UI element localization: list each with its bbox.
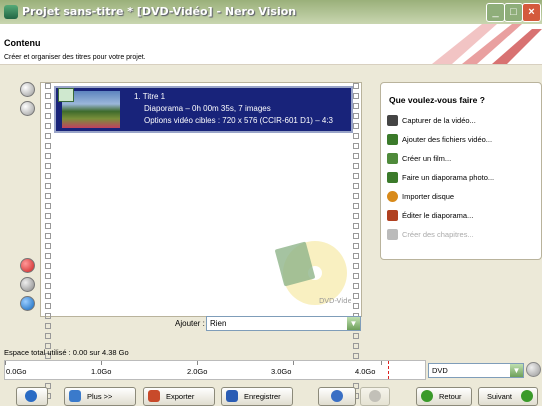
- action-edit-slideshow[interactable]: Éditer le diaporama...: [387, 210, 473, 221]
- move-up-button[interactable]: [20, 82, 35, 97]
- dvd-watermark-icon: DVD-Video: [275, 241, 351, 305]
- export-icon: [148, 390, 160, 402]
- action-create-chapters[interactable]: Créer des chapitres...: [387, 229, 474, 240]
- action-create-movie[interactable]: Créer un film...: [387, 153, 451, 164]
- window-title: Projet sans-titre * [DVD-Vidéo] - Nero V…: [22, 5, 297, 18]
- entry-title: 1. Titre 1: [134, 92, 166, 101]
- actions-panel: Que voulez-vous faire ? Capturer de la v…: [380, 82, 542, 260]
- bottom-toolbar: Plus >> Exporter Enregistrer Retour Suiv…: [0, 383, 542, 406]
- next-button[interactable]: Suivant: [478, 387, 538, 406]
- left-toolbar: [20, 82, 35, 315]
- close-button[interactable]: ×: [522, 3, 541, 22]
- action-photo-slideshow[interactable]: Faire un diaporama photo...: [387, 172, 494, 183]
- move-down-button[interactable]: [20, 101, 35, 116]
- help-icon: [25, 390, 37, 402]
- back-button[interactable]: Retour: [416, 387, 472, 406]
- watermark-label: DVD-Video: [319, 297, 351, 305]
- chevron-down-icon[interactable]: ▼: [347, 317, 360, 330]
- undo-button[interactable]: [318, 387, 356, 406]
- help-button[interactable]: [16, 387, 48, 406]
- entry-video-options: Options vidéo cibles : 720 x 576 (CCIR-6…: [144, 116, 333, 125]
- scale-label: 4.0Go: [355, 367, 376, 376]
- next-arrow-icon: [521, 390, 533, 402]
- add-dropdown-value: Rien: [210, 319, 227, 328]
- save-icon: [226, 390, 238, 402]
- disc-import-icon: [387, 191, 398, 202]
- disc-type-dropdown[interactable]: DVD ▼: [428, 363, 524, 378]
- more-button[interactable]: Plus >>: [64, 387, 136, 406]
- film-holes-left: [43, 83, 51, 399]
- page-header: Contenu Créer et organiser des titres po…: [0, 24, 542, 65]
- maximize-button[interactable]: □: [504, 3, 523, 22]
- add-label: Ajouter :: [175, 319, 205, 328]
- slideshow-badge-icon: [58, 88, 74, 102]
- delete-button[interactable]: [20, 258, 35, 273]
- actions-heading: Que voulez-vous faire ?: [389, 95, 485, 105]
- export-button[interactable]: Exporter: [143, 387, 215, 406]
- chapters-icon: [387, 229, 398, 240]
- scale-label: 3.0Go: [271, 367, 292, 376]
- header-decoration: [432, 24, 542, 64]
- page-title: Contenu: [4, 38, 41, 48]
- scale-label: 0.0Go: [6, 367, 27, 376]
- action-import-disc[interactable]: Importer disque: [387, 191, 454, 202]
- back-arrow-icon: [421, 390, 433, 402]
- page-subtitle: Créer et organiser des titres pour votre…: [4, 54, 146, 61]
- chevron-down-icon[interactable]: ▼: [510, 364, 523, 377]
- add-dropdown[interactable]: Rien ▼: [206, 316, 361, 331]
- disc-space-ruler: 0.0Go 1.0Go 2.0Go 3.0Go 4.0Go: [4, 360, 426, 380]
- add-files-icon: [387, 134, 398, 145]
- redo-button[interactable]: [360, 387, 390, 406]
- redo-icon: [369, 390, 381, 402]
- disc-type-value: DVD: [432, 366, 448, 375]
- capacity-limit-marker: [388, 361, 390, 379]
- content-list[interactable]: 1. Titre 1 Diaporama – 0h 00m 35s, 7 ima…: [40, 82, 362, 399]
- camera-icon: [387, 115, 398, 126]
- disc-info-button[interactable]: [526, 362, 541, 377]
- monitor-icon: [69, 390, 81, 402]
- slideshow-icon: [387, 172, 398, 183]
- action-add-video-files[interactable]: Ajouter des fichiers vidéo...: [387, 134, 492, 145]
- scale-label: 2.0Go: [187, 367, 208, 376]
- title-bar: Projet sans-titre * [DVD-Vidéo] - Nero V…: [0, 0, 542, 25]
- scale-label: 1.0Go: [91, 367, 112, 376]
- disc-space-label: Espace total utilisé : 0.00 sur 4.38 Go: [4, 348, 129, 357]
- title-entry[interactable]: 1. Titre 1 Diaporama – 0h 00m 35s, 7 ima…: [54, 86, 353, 133]
- action-capture-video[interactable]: Capturer de la vidéo...: [387, 115, 476, 126]
- auto-button[interactable]: [20, 296, 35, 311]
- edit-slideshow-icon: [387, 210, 398, 221]
- undo-icon: [331, 390, 343, 402]
- entry-details: Diaporama – 0h 00m 35s, 7 images: [144, 104, 271, 113]
- minimize-button[interactable]: _: [486, 3, 505, 22]
- film-icon: [387, 153, 398, 164]
- properties-button[interactable]: [20, 277, 35, 292]
- save-button[interactable]: Enregistrer: [221, 387, 293, 406]
- nero-app-icon: [4, 5, 18, 19]
